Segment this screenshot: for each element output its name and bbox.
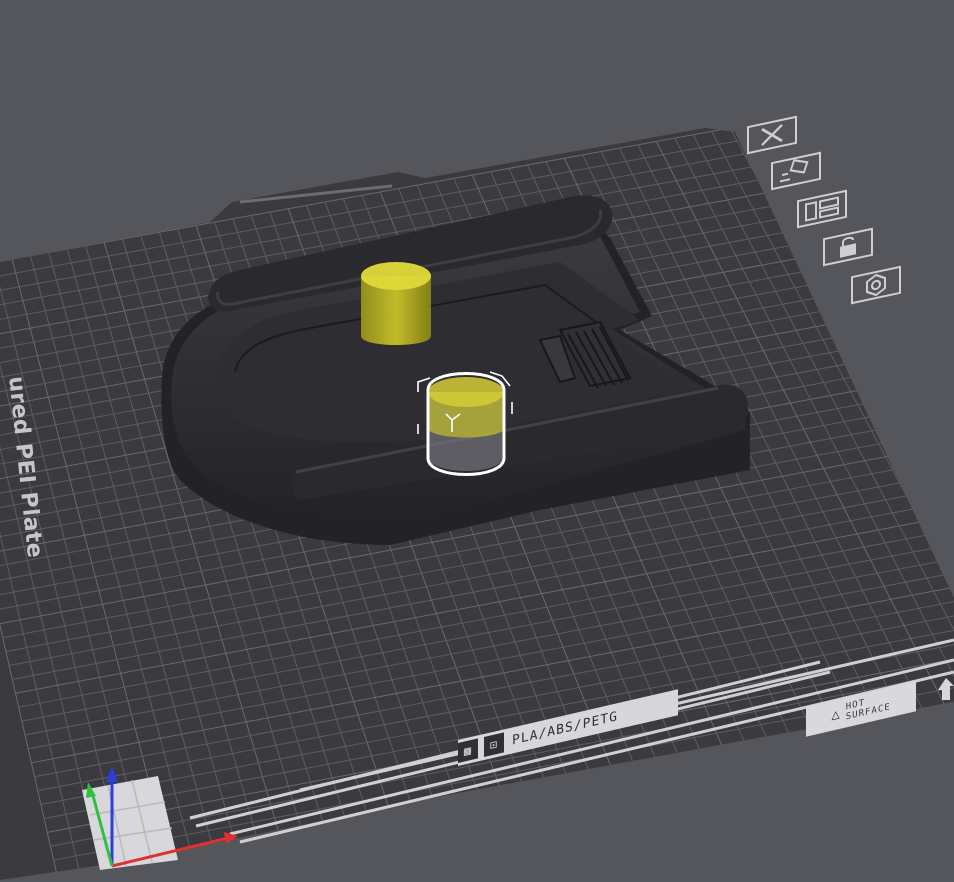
selected-cylinder — [417, 371, 513, 476]
modifier-cylinder — [361, 262, 431, 345]
3d-viewport[interactable]: ured PEI Plate ▦ ⊡ PLA/ABS/PETG △ HOT SU… — [0, 0, 954, 882]
warning-triangle-icon: △ — [831, 705, 840, 724]
